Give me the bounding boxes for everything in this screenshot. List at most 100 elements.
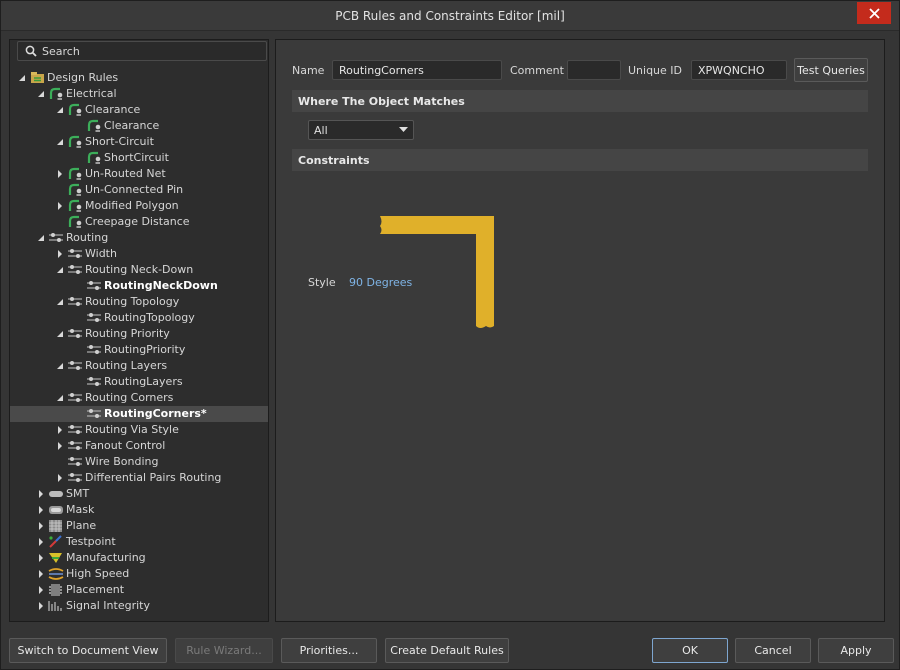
tree-item[interactable]: Un-Connected Pin bbox=[10, 182, 268, 198]
style-label: Style bbox=[308, 276, 336, 289]
collapsed-arrow-icon[interactable] bbox=[37, 554, 45, 562]
cancel-button[interactable]: Cancel bbox=[735, 638, 811, 663]
collapsed-arrow-icon[interactable] bbox=[56, 250, 64, 258]
object-match-select[interactable]: All bbox=[308, 120, 414, 140]
tree-item[interactable]: Manufacturing bbox=[10, 550, 268, 566]
tree-item[interactable]: Creepage Distance bbox=[10, 214, 268, 230]
where-matches-header: Where The Object Matches bbox=[292, 90, 868, 112]
collapsed-arrow-icon[interactable] bbox=[37, 490, 45, 498]
tree-item-label: RoutingTopology bbox=[104, 311, 195, 324]
tree-item[interactable]: Placement bbox=[10, 582, 268, 598]
tree-item[interactable]: Fanout Control bbox=[10, 438, 268, 454]
expanded-arrow-icon[interactable] bbox=[56, 330, 64, 338]
collapsed-arrow-icon[interactable] bbox=[56, 202, 64, 210]
switch-to-document-view-button[interactable]: Switch to Document View bbox=[9, 638, 167, 663]
expanded-arrow-icon[interactable] bbox=[56, 266, 64, 274]
expanded-arrow-icon[interactable] bbox=[56, 362, 64, 370]
tree-item[interactable]: High Speed bbox=[10, 566, 268, 582]
expanded-arrow-icon[interactable] bbox=[18, 74, 26, 82]
expanded-arrow-icon[interactable] bbox=[37, 234, 45, 242]
collapsed-arrow-icon[interactable] bbox=[56, 474, 64, 482]
tree-item-label: Un-Connected Pin bbox=[85, 183, 184, 196]
apply-button[interactable]: Apply bbox=[818, 638, 894, 663]
tree-item[interactable]: Mask bbox=[10, 502, 268, 518]
tree-item[interactable]: Routing Topology bbox=[10, 294, 268, 310]
tree-item[interactable]: Routing bbox=[10, 230, 268, 246]
routing-rule-icon bbox=[87, 377, 101, 386]
collapsed-arrow-icon[interactable] bbox=[37, 602, 45, 610]
collapsed-arrow-icon[interactable] bbox=[37, 506, 45, 514]
expanded-arrow-icon[interactable] bbox=[56, 298, 64, 306]
collapsed-arrow-icon[interactable] bbox=[56, 170, 64, 178]
tree-item[interactable]: ShortCircuit bbox=[10, 150, 268, 166]
tree-item[interactable]: Routing Corners bbox=[10, 390, 268, 406]
routing-rule-icon bbox=[68, 457, 82, 466]
routing-rule-icon bbox=[87, 345, 101, 354]
tree-item[interactable]: Routing Via Style bbox=[10, 422, 268, 438]
manufacturing-icon bbox=[49, 553, 62, 563]
priorities-button[interactable]: Priorities... bbox=[281, 638, 377, 663]
chevron-down-icon bbox=[399, 127, 408, 132]
routing-rule-icon bbox=[68, 249, 82, 258]
expanded-arrow-icon[interactable] bbox=[56, 106, 64, 114]
tree-item[interactable]: RoutingNeckDown bbox=[10, 278, 268, 294]
tree-item[interactable]: RoutingLayers bbox=[10, 374, 268, 390]
expanded-arrow-icon[interactable] bbox=[56, 138, 64, 146]
constraints-header: Constraints bbox=[292, 149, 868, 171]
tree-item[interactable]: Routing Neck-Down bbox=[10, 262, 268, 278]
tree-item[interactable]: Short-Circuit bbox=[10, 134, 268, 150]
create-default-rules-button[interactable]: Create Default Rules bbox=[385, 638, 509, 663]
tree-item[interactable]: Routing Layers bbox=[10, 358, 268, 374]
electrical-rule-icon bbox=[49, 87, 63, 100]
title-bar: PCB Rules and Constraints Editor [mil] bbox=[1, 1, 899, 31]
routing-rule-icon bbox=[68, 265, 82, 274]
tree-item-label: RoutingLayers bbox=[104, 375, 183, 388]
rule-detail-panel: Name RoutingCorners Comment Unique ID XP… bbox=[275, 39, 885, 622]
tree-item-label: Routing Neck-Down bbox=[85, 263, 194, 276]
expanded-arrow-icon[interactable] bbox=[56, 394, 64, 402]
name-field[interactable]: RoutingCorners bbox=[332, 60, 502, 80]
close-button[interactable] bbox=[857, 2, 891, 24]
collapsed-arrow-icon[interactable] bbox=[37, 522, 45, 530]
tree-item[interactable]: Width bbox=[10, 246, 268, 262]
tree-item[interactable]: Electrical bbox=[10, 86, 268, 102]
collapsed-arrow-icon[interactable] bbox=[37, 570, 45, 578]
test-queries-button[interactable]: Test Queries bbox=[794, 58, 868, 82]
tree-item[interactable]: Testpoint bbox=[10, 534, 268, 550]
unique-id-field[interactable]: XPWQNCHO bbox=[691, 60, 787, 80]
comment-field[interactable] bbox=[567, 60, 621, 80]
electrical-rule-icon bbox=[68, 183, 82, 196]
routing-rule-icon bbox=[68, 361, 82, 370]
tree-item-label: Creepage Distance bbox=[85, 215, 190, 228]
tree-item[interactable]: Clearance bbox=[10, 118, 268, 134]
tree-item[interactable]: Plane bbox=[10, 518, 268, 534]
tree-item-label: Width bbox=[85, 247, 117, 260]
collapsed-arrow-icon[interactable] bbox=[56, 426, 64, 434]
tree-item[interactable]: Routing Priority bbox=[10, 326, 268, 342]
tree-item-label: Clearance bbox=[85, 103, 141, 116]
search-input[interactable]: Search bbox=[17, 41, 267, 61]
collapsed-arrow-icon[interactable] bbox=[37, 538, 45, 546]
tree-item[interactable]: Clearance bbox=[10, 102, 268, 118]
collapsed-arrow-icon[interactable] bbox=[56, 442, 64, 450]
rule-wizard-button[interactable]: Rule Wizard... bbox=[175, 638, 273, 663]
tree-item[interactable]: Modified Polygon bbox=[10, 198, 268, 214]
ok-button[interactable]: OK bbox=[652, 638, 728, 663]
tree-item[interactable]: RoutingPriority bbox=[10, 342, 268, 358]
tree-item-label: Fanout Control bbox=[85, 439, 166, 452]
tree-item-label: Design Rules bbox=[47, 71, 119, 84]
tree-item-label: Routing Topology bbox=[85, 295, 180, 308]
collapsed-arrow-icon[interactable] bbox=[37, 586, 45, 594]
tree-item[interactable]: Signal Integrity bbox=[10, 598, 268, 614]
corner-style-value[interactable]: 90 Degrees bbox=[349, 276, 412, 289]
tree-item[interactable]: Wire Bonding bbox=[10, 454, 268, 470]
expanded-arrow-icon[interactable] bbox=[37, 90, 45, 98]
tree-item[interactable]: RoutingCorners* bbox=[10, 406, 268, 422]
tree-item[interactable]: Differential Pairs Routing bbox=[10, 470, 268, 486]
tree-item[interactable]: RoutingTopology bbox=[10, 310, 268, 326]
tree-item[interactable]: Design Rules bbox=[10, 70, 268, 86]
tree-item[interactable]: Un-Routed Net bbox=[10, 166, 268, 182]
tree-item[interactable]: SMT bbox=[10, 486, 268, 502]
close-icon bbox=[868, 7, 880, 19]
plane-icon bbox=[49, 520, 62, 532]
